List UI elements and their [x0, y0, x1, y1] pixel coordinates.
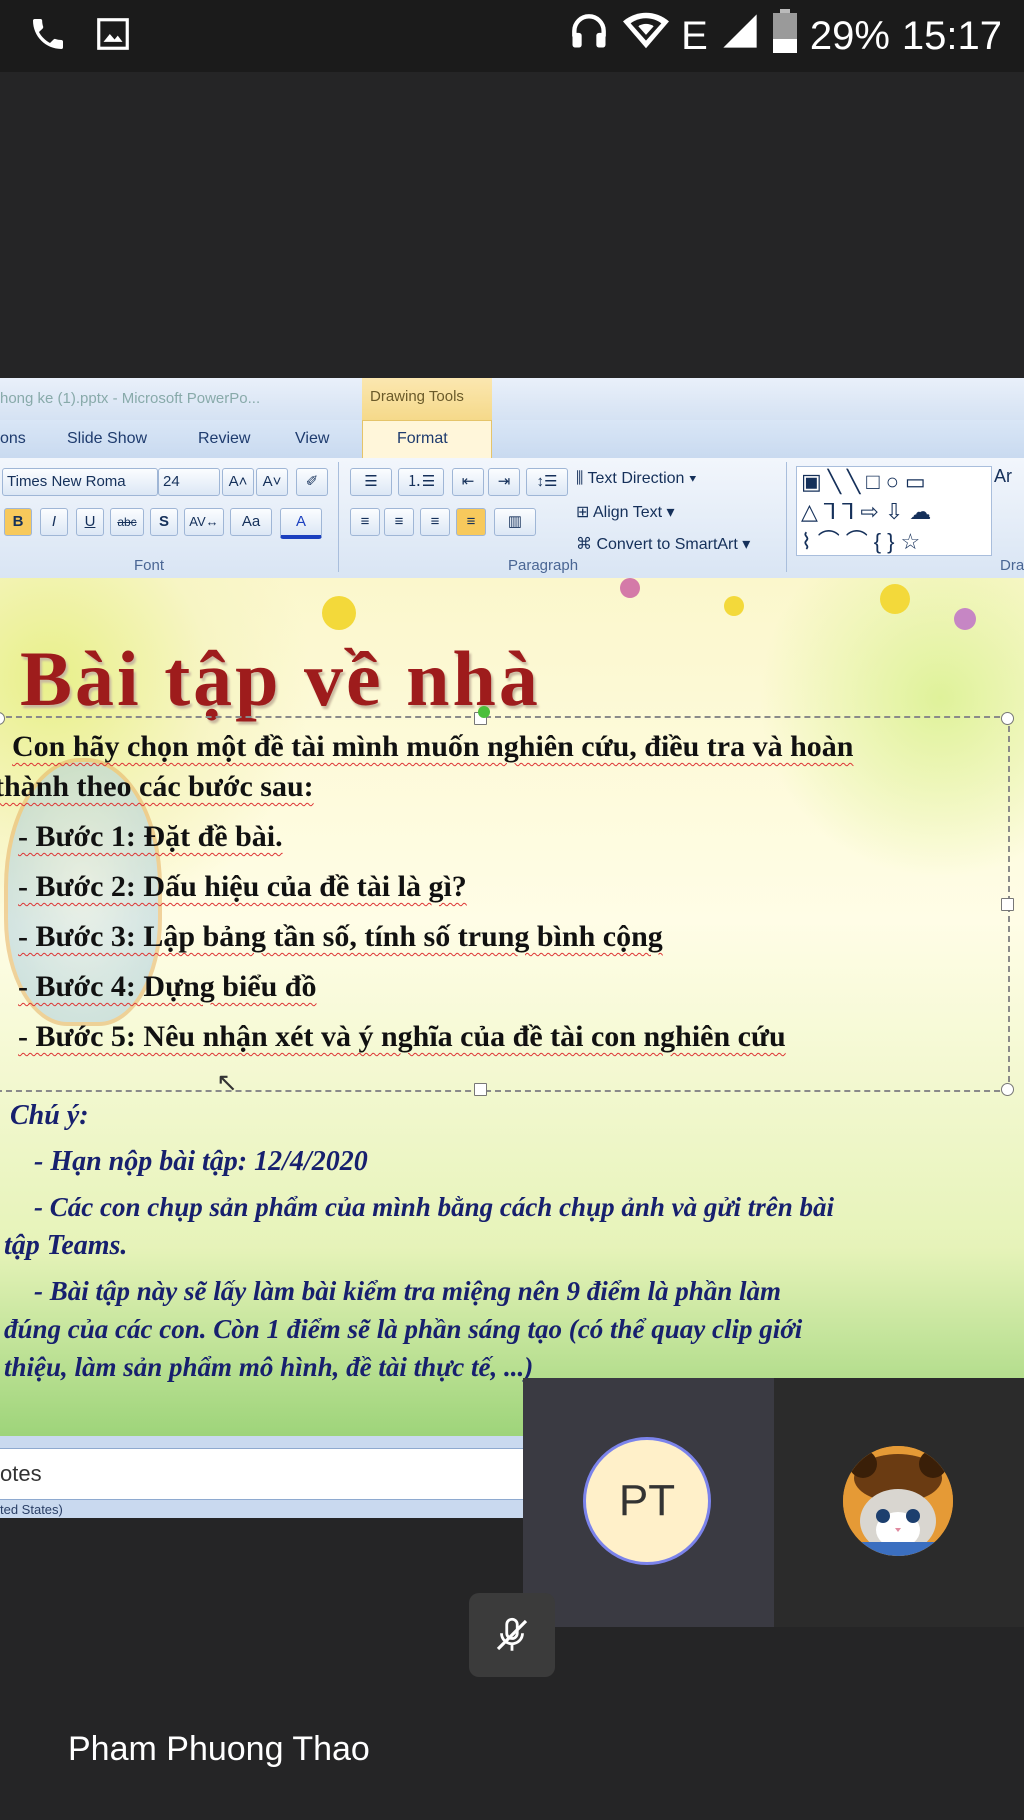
mute-button[interactable]	[469, 1593, 555, 1677]
arrange-button[interactable]: Ar	[994, 466, 1024, 556]
ribbon-tabs: ons Slide Show Review View Format	[0, 420, 1024, 458]
align-right-icon[interactable]: ≡	[420, 508, 450, 536]
step-3: - Bước 3: Lập bảng tần số, tính số trung…	[18, 920, 663, 953]
title-bar: hong ke (1).pptx - Microsoft PowerPo... …	[0, 378, 1024, 420]
paragraph-group-label: Paragraph	[508, 557, 579, 574]
numbering-icon[interactable]: ⒈☰	[398, 468, 444, 496]
convert-smartart-button[interactable]: ⌘ Convert to SmartArt ▾	[576, 534, 750, 554]
decrease-indent-icon[interactable]: ⇤	[452, 468, 484, 496]
convert-smartart-label: Convert to SmartArt	[596, 536, 738, 553]
decor-dot	[954, 608, 976, 630]
notes-label: otes	[0, 1461, 42, 1486]
intro-line-2: thành theo các bước sau:	[0, 770, 314, 803]
status-bar: E 29% 15:17	[0, 0, 1024, 72]
language-status: ted States)	[0, 1502, 63, 1517]
columns-icon[interactable]: ▥	[494, 508, 536, 536]
step-5: - Bước 5: Nêu nhận xét và ý nghĩa của đề…	[18, 1020, 786, 1053]
intro-line-1: Con hãy chọn một đề tài mình muốn nghiên…	[12, 730, 854, 763]
note-line: - Bài tập này sẽ lấy làm bài kiểm tra mi…	[34, 1276, 782, 1306]
tab-review[interactable]: Review	[198, 430, 250, 448]
step-2: - Bước 2: Dấu hiệu của đề tài là gì?	[18, 870, 467, 903]
resize-handle[interactable]	[0, 712, 5, 725]
contextual-tab-group: Drawing Tools	[370, 388, 464, 405]
decor-dot	[322, 596, 356, 630]
slide-title: Bài tập về nhà	[20, 635, 541, 722]
ribbon: Times New Roma 24 A˄ A˅ ✐ B I U abc S AV…	[0, 458, 1024, 579]
avatar-pt: PT	[583, 1437, 711, 1565]
tab-format[interactable]: Format	[397, 430, 448, 448]
note-line: - Các con chụp sản phẩm của mình bằng cá…	[34, 1192, 835, 1222]
align-text-button[interactable]: ⊞ Align Text ▾	[576, 502, 675, 522]
bullets-icon[interactable]: ☰	[350, 468, 392, 496]
step-1: - Bước 1: Đặt đề bài.	[18, 820, 283, 853]
font-size-select[interactable]: 24	[158, 468, 220, 496]
battery-percent: 29%	[809, 13, 890, 58]
tab-animations[interactable]: ons	[0, 430, 26, 448]
underline-icon[interactable]: U	[76, 508, 104, 536]
align-left-icon[interactable]: ≡	[350, 508, 380, 536]
increase-indent-icon[interactable]: ⇥	[488, 468, 520, 496]
shrink-font-icon[interactable]: A˅	[256, 468, 288, 496]
window-title: hong ke (1).pptx - Microsoft PowerPo...	[0, 390, 261, 407]
note-line: đúng của các con. Còn 1 điểm sẽ là phần …	[4, 1314, 803, 1344]
note-line: tập Teams.	[4, 1230, 128, 1261]
resize-handle[interactable]	[1001, 898, 1014, 911]
clock: 15:17	[901, 13, 1002, 58]
mic-off-icon	[491, 1613, 533, 1662]
font-color-icon[interactable]: A	[280, 508, 322, 539]
justify-icon[interactable]: ≡	[456, 508, 486, 536]
step-4: - Bước 4: Dựng biểu đồ	[18, 970, 317, 1003]
note-deadline: - Hạn nộp bài tập: 12/4/2020	[34, 1146, 368, 1177]
clear-format-icon[interactable]: ✐	[296, 468, 328, 496]
decor-dot	[880, 584, 910, 614]
font-group-label: Font	[134, 557, 165, 574]
bold-icon[interactable]: B	[4, 508, 32, 536]
phone-icon	[28, 14, 68, 59]
headset-icon	[567, 9, 611, 63]
shared-screen: hong ke (1).pptx - Microsoft PowerPo... …	[0, 378, 1024, 1518]
network-type: E	[681, 13, 708, 58]
wifi-icon	[623, 11, 670, 61]
italic-icon[interactable]: I	[40, 508, 68, 536]
decor-dot	[724, 596, 744, 616]
signal-icon	[720, 11, 760, 61]
strikethrough-icon[interactable]: abc	[110, 508, 144, 536]
slide-canvas: Bài tập về nhà Con hãy chọn một đề tài m…	[0, 578, 1024, 1436]
rotate-handle[interactable]	[478, 706, 490, 718]
note-line: thiệu, làm sản phẩm mô hình, đề tài thực…	[4, 1352, 534, 1382]
resize-handle[interactable]	[474, 1083, 487, 1096]
align-text-label: Align Text	[592, 504, 663, 521]
change-case-icon[interactable]: Aa	[230, 508, 272, 536]
spacing-icon[interactable]: AV↔	[184, 508, 224, 536]
battery-icon	[772, 9, 798, 63]
notes-pane[interactable]: otes	[0, 1448, 530, 1500]
note-heading: Chú ý:	[10, 1100, 89, 1131]
image-icon	[94, 15, 132, 58]
resize-handle[interactable]	[1001, 712, 1014, 725]
line-spacing-icon[interactable]: ↕☰	[526, 468, 568, 496]
shadow-icon[interactable]: S	[150, 508, 178, 536]
decor-dot	[620, 578, 640, 598]
grow-font-icon[interactable]: A˄	[222, 468, 254, 496]
tab-slide-show[interactable]: Slide Show	[67, 430, 147, 448]
text-direction-label: Text Direction	[587, 470, 685, 487]
shapes-gallery[interactable]: ▣╲╲□○▭ △⅂⅂⇨⇩☁ ⌇⌒⌒{}☆	[796, 466, 992, 556]
font-name-select[interactable]: Times New Roma	[2, 468, 158, 496]
presenter-name: Pham Phuong Thao	[68, 1730, 370, 1768]
text-direction-button[interactable]: ⫼ Text Direction ▾	[576, 470, 697, 488]
drawing-group-label: Dra	[1000, 557, 1024, 574]
cat-avatar-image	[843, 1446, 953, 1556]
align-center-icon[interactable]: ≡	[384, 508, 414, 536]
mouse-cursor-icon: ↖	[216, 1068, 238, 1097]
resize-handle[interactable]	[1001, 1083, 1014, 1096]
tab-view[interactable]: View	[295, 430, 329, 448]
